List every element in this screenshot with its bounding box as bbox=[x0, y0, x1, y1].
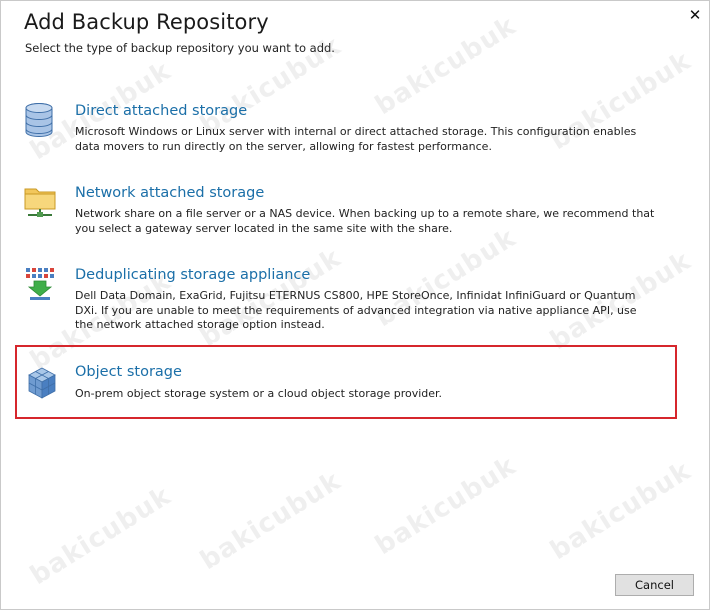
option-object-storage[interactable]: Object storage On-prem object storage sy… bbox=[15, 345, 677, 419]
option-deduplicating-storage-appliance[interactable]: Deduplicating storage appliance Dell Dat… bbox=[15, 267, 677, 339]
option-title: Network attached storage bbox=[75, 185, 265, 201]
watermark: bakicubuk bbox=[545, 455, 697, 567]
dialog-subtitle: Select the type of backup repository you… bbox=[25, 41, 335, 55]
dialog-title: Add Backup Repository bbox=[24, 10, 269, 34]
option-direct-attached-storage[interactable]: Direct attached storage Microsoft Window… bbox=[15, 103, 677, 163]
watermark: bakicubuk bbox=[195, 465, 347, 577]
close-icon[interactable]: ✕ bbox=[685, 5, 705, 25]
option-title: Deduplicating storage appliance bbox=[75, 267, 311, 283]
option-description: Microsoft Windows or Linux server with i… bbox=[75, 125, 637, 153]
deduplication-icon bbox=[24, 267, 56, 301]
object-storage-icon bbox=[27, 367, 59, 401]
cancel-button[interactable]: Cancel bbox=[615, 574, 694, 596]
option-title: Direct attached storage bbox=[75, 103, 248, 119]
option-network-attached-storage[interactable]: Network attached storage Network share o… bbox=[15, 185, 677, 245]
network-folder-icon bbox=[24, 185, 56, 219]
option-title: Object storage bbox=[75, 364, 182, 380]
option-description: Dell Data Domain, ExaGrid, Fujitsu ETERN… bbox=[75, 289, 637, 331]
add-backup-repository-dialog: Add Backup Repository Select the type of… bbox=[0, 0, 710, 610]
option-description: Network share on a file server or a NAS … bbox=[75, 207, 655, 235]
option-description: On-prem object storage system or a cloud… bbox=[75, 387, 443, 400]
watermark: bakicubuk bbox=[25, 480, 177, 592]
database-icon bbox=[24, 103, 56, 137]
watermark: bakicubuk bbox=[370, 450, 522, 562]
